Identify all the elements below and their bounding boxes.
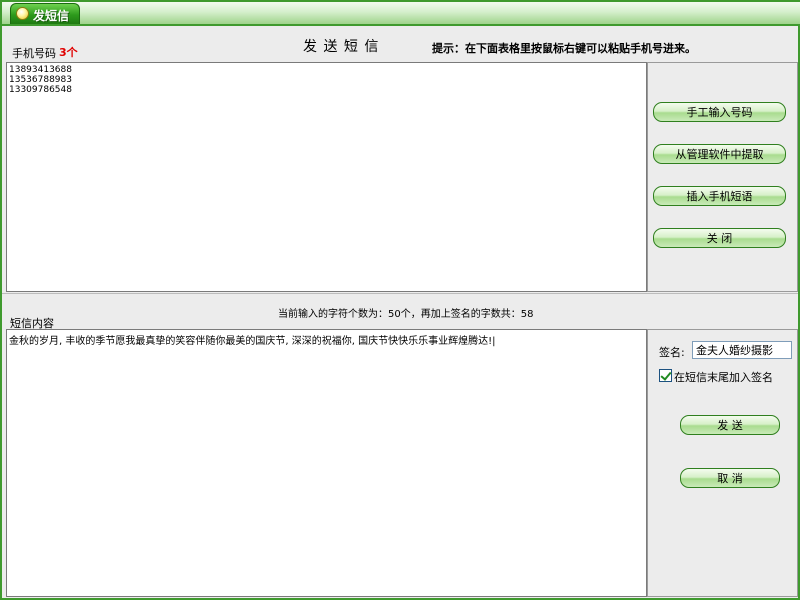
signature-input[interactable]	[692, 341, 792, 359]
phone-row[interactable]: 13536788983	[9, 75, 72, 85]
sms-window: 发短信 手机号码 3个 发 送 短 信 提示：在下面表格里按鼠标右键可以粘贴手机…	[0, 0, 800, 600]
char-count-text: 当前输入的字符个数为：50个，再加上签名的字数共：58	[278, 309, 534, 320]
message-text: 金秋的岁月, 丰收的季节愿我最真挚的笑容伴随你最美的国庆节, 深深的祝福你, 国…	[9, 336, 496, 347]
phone-list[interactable]: 13893413688 13536788983 13309786548	[6, 62, 647, 292]
checkmark-icon	[660, 369, 672, 381]
insert-phrase-button[interactable]: 插入手机短语	[653, 186, 786, 206]
cancel-button[interactable]: 取 消	[680, 468, 780, 488]
window-title: 发短信	[33, 9, 70, 23]
append-signature-checkbox[interactable]	[659, 369, 672, 382]
phone-count: 3个	[59, 46, 78, 59]
extract-from-software-button[interactable]: 从管理软件中提取	[653, 144, 786, 164]
message-header: 当前输入的字符个数为：50个，再加上签名的字数共：58 短信内容	[2, 293, 798, 330]
phone-header: 手机号码 3个 发 送 短 信 提示：在下面表格里按鼠标右键可以粘贴手机号进来。	[2, 26, 798, 62]
phone-actions-panel	[647, 62, 798, 292]
send-button[interactable]: 发 送	[680, 415, 780, 435]
signature-label: 签名:	[659, 346, 685, 359]
message-textarea[interactable]: 金秋的岁月, 丰收的季节愿我最真挚的笑容伴随你最美的国庆节, 深深的祝福你, 国…	[6, 329, 647, 597]
app-icon	[16, 7, 29, 20]
title-bar: 发短信	[2, 2, 800, 26]
phone-label: 手机号码	[12, 47, 56, 60]
title-tab[interactable]: 发短信	[10, 3, 80, 24]
page-title: 发 送 短 信	[303, 39, 380, 55]
phone-row[interactable]: 13309786548	[9, 85, 72, 95]
manual-input-button[interactable]: 手工输入号码	[653, 102, 786, 122]
phone-row[interactable]: 13893413688	[9, 65, 72, 75]
hint-text: 提示：在下面表格里按鼠标右键可以粘贴手机号进来。	[432, 42, 696, 55]
append-signature-label[interactable]: 在短信末尾加入签名	[674, 369, 773, 385]
close-button[interactable]: 关 闭	[653, 228, 786, 248]
phone-list-rows: 13893413688 13536788983 13309786548	[9, 65, 72, 95]
